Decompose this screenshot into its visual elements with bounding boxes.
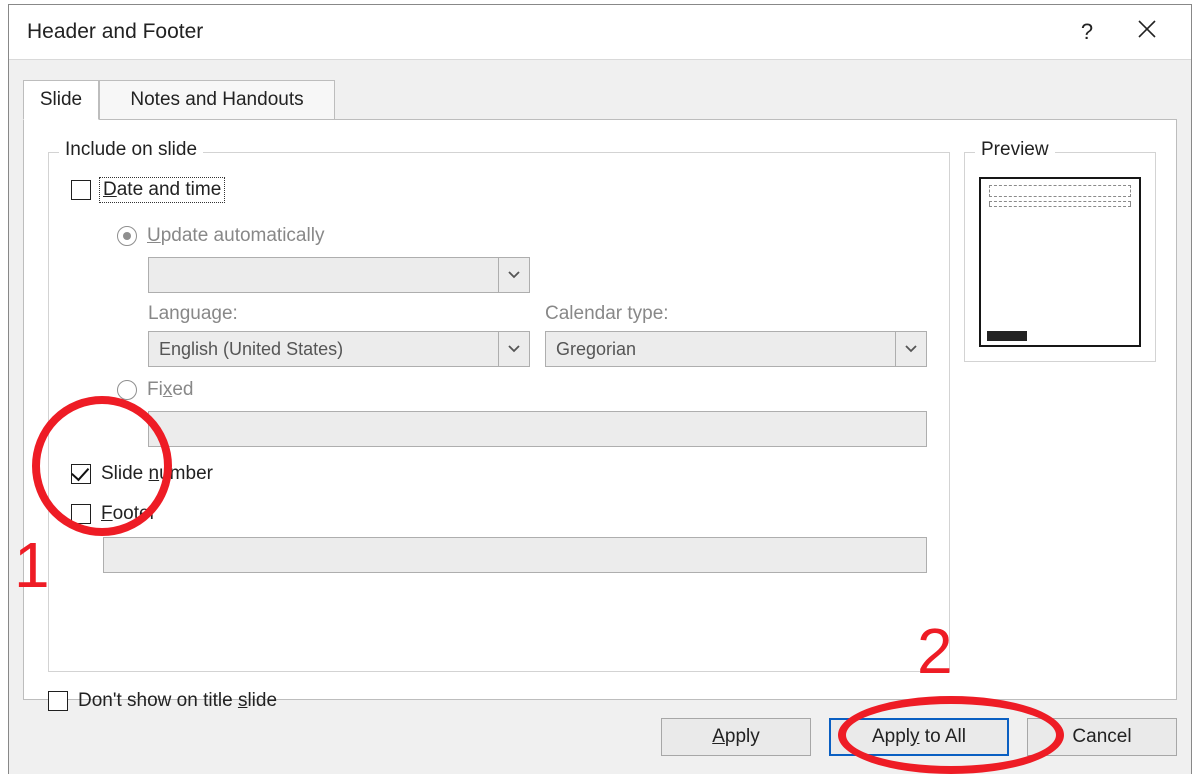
apply-button[interactable]: Apply xyxy=(661,718,811,756)
update-auto-row: Update automatically xyxy=(117,225,324,247)
header-footer-dialog: Header and Footer ? Slide Notes and Hand… xyxy=(8,4,1192,774)
date-time-label: Date and time xyxy=(101,179,223,201)
apply-to-all-label: Apply to All xyxy=(872,726,966,748)
footer-input[interactable] xyxy=(103,537,927,573)
language-value: English (United States) xyxy=(149,339,498,360)
help-button[interactable]: ? xyxy=(1057,10,1117,54)
date-time-row: Date and time xyxy=(71,179,223,201)
fixed-radio[interactable] xyxy=(117,380,137,400)
dont-show-title-row: Don't show on title slide xyxy=(48,690,277,712)
dialog-title: Header and Footer xyxy=(27,20,203,44)
chevron-down-icon xyxy=(498,332,529,366)
preview-slide-thumbnail xyxy=(979,177,1141,347)
language-combo[interactable]: English (United States) xyxy=(148,331,530,367)
dont-show-title-label: Don't show on title slide xyxy=(78,690,277,712)
calendar-type-value: Gregorian xyxy=(546,339,895,360)
date-time-checkbox[interactable] xyxy=(71,180,91,200)
dialog-button-bar: Apply Apply to All Cancel xyxy=(661,718,1177,756)
fixed-label: Fixed xyxy=(147,379,193,401)
fixed-date-input[interactable] xyxy=(148,411,927,447)
cancel-label: Cancel xyxy=(1072,726,1131,748)
close-icon xyxy=(1137,19,1157,45)
update-auto-label: Update automatically xyxy=(147,225,324,247)
preview-placeholder xyxy=(989,185,1131,197)
footer-label: Footer xyxy=(101,503,156,525)
tab-slide-label: Slide xyxy=(40,89,82,111)
include-legend: Include on slide xyxy=(59,139,203,161)
calendar-type-label: Calendar type: xyxy=(545,303,669,325)
chevron-down-icon xyxy=(895,332,926,366)
slide-number-checkbox[interactable] xyxy=(71,464,91,484)
slide-tab-panel: Include on slide Date and time Update au… xyxy=(23,119,1177,700)
slide-number-row: Slide number xyxy=(71,463,213,485)
language-label: Language: xyxy=(148,303,238,325)
update-auto-radio[interactable] xyxy=(117,226,137,246)
help-icon: ? xyxy=(1081,19,1093,45)
tab-slide[interactable]: Slide xyxy=(23,80,99,120)
apply-to-all-button[interactable]: Apply to All xyxy=(829,718,1009,756)
include-on-slide-group: Include on slide Date and time Update au… xyxy=(48,152,950,672)
preview-slide-number-marker xyxy=(987,331,1027,341)
tabstrip: Slide Notes and Handouts xyxy=(23,80,1177,120)
dialog-body: Slide Notes and Handouts Include on slid… xyxy=(9,59,1191,774)
tab-notes-handouts[interactable]: Notes and Handouts xyxy=(99,80,335,120)
slide-number-label: Slide number xyxy=(101,463,213,485)
preview-placeholder xyxy=(989,201,1131,207)
footer-checkbox[interactable] xyxy=(71,504,91,524)
footer-row: Footer xyxy=(71,503,156,525)
fixed-row: Fixed xyxy=(117,379,193,401)
dont-show-title-checkbox[interactable] xyxy=(48,691,68,711)
cancel-button[interactable]: Cancel xyxy=(1027,718,1177,756)
titlebar: Header and Footer ? xyxy=(9,5,1191,59)
tab-notes-label: Notes and Handouts xyxy=(130,89,303,111)
chevron-down-icon xyxy=(498,258,529,292)
close-button[interactable] xyxy=(1117,10,1177,54)
preview-group: Preview xyxy=(964,152,1156,362)
calendar-type-combo[interactable]: Gregorian xyxy=(545,331,927,367)
apply-label: Apply xyxy=(712,726,760,748)
auto-date-combo[interactable] xyxy=(148,257,530,293)
preview-legend: Preview xyxy=(975,139,1055,161)
